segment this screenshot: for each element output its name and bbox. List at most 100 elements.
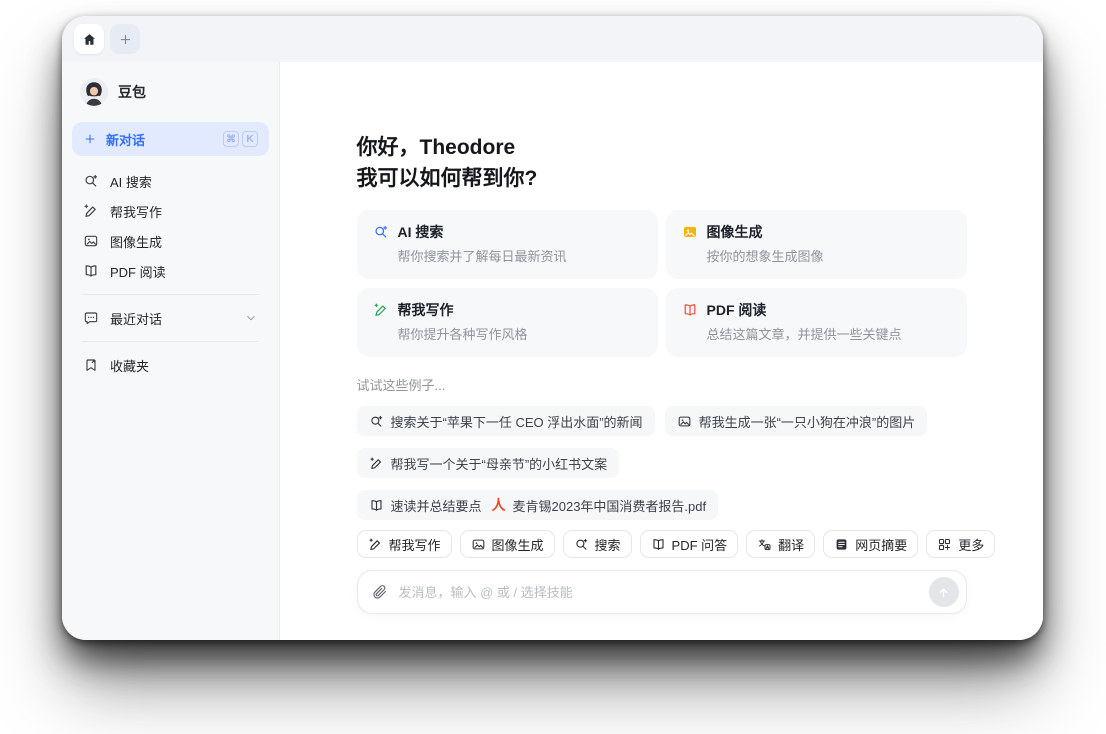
book-icon bbox=[369, 498, 384, 513]
chevron-down-icon bbox=[244, 311, 258, 325]
skill-web-summary[interactable]: 网页摘要 bbox=[823, 530, 919, 558]
pdf-file-icon: 人 bbox=[491, 497, 506, 513]
skill-label: PDF 问答 bbox=[671, 537, 728, 553]
card-writing[interactable]: 帮我写作 帮你提升各种写作风格 bbox=[356, 288, 658, 357]
tab-new[interactable] bbox=[110, 24, 140, 54]
card-title: 图像生成 bbox=[706, 224, 763, 240]
attach-button[interactable] bbox=[372, 584, 388, 600]
example-chip-text: 帮我生成一张“一只小狗在冲浪”的图片 bbox=[698, 414, 916, 430]
example-chip-text: 搜索关于“苹果下一任 CEO 浮出水面”的新闻 bbox=[390, 414, 643, 430]
greeting-line2: 我可以如何帮到你? bbox=[356, 167, 538, 190]
card-ai-search[interactable]: AI 搜索 帮你搜索并了解每日最新资讯 bbox=[356, 210, 658, 279]
pen-icon bbox=[369, 456, 384, 471]
skill-writing[interactable]: 帮我写作 bbox=[356, 530, 452, 558]
image-gen-icon bbox=[682, 224, 698, 240]
webpage-icon bbox=[834, 537, 849, 552]
home-icon bbox=[82, 32, 97, 47]
translate-icon bbox=[757, 537, 772, 552]
bookmark-icon bbox=[83, 357, 99, 373]
skill-label: 帮我写作 bbox=[388, 537, 441, 553]
skill-search[interactable]: 搜索 bbox=[562, 530, 632, 558]
card-pdf-read[interactable]: PDF 阅读 总结这篇文章，并提供一些关键点 bbox=[665, 288, 967, 357]
card-desc: 按你的想象生成图像 bbox=[706, 249, 824, 264]
skill-image-gen[interactable]: 图像生成 bbox=[459, 530, 555, 558]
image-icon bbox=[471, 537, 486, 552]
image-gen-icon bbox=[83, 233, 99, 249]
skill-translate[interactable]: 翻译 bbox=[746, 530, 816, 558]
sidebar-item-recent-chats[interactable]: 最近对话 bbox=[72, 303, 269, 333]
cmd-key: ⌘ bbox=[223, 131, 239, 147]
message-composer[interactable] bbox=[356, 570, 967, 614]
tab-home[interactable] bbox=[74, 24, 104, 54]
plus-icon bbox=[118, 32, 133, 47]
tab-bar bbox=[62, 16, 1043, 62]
profile[interactable]: 豆包 bbox=[72, 74, 269, 122]
pdf-read-icon bbox=[83, 263, 99, 279]
example-chip-text: 帮我写一个关于“母亲节”的小红书文案 bbox=[390, 456, 608, 472]
ai-search-icon bbox=[83, 173, 99, 189]
arrow-up-icon bbox=[936, 585, 951, 600]
search-icon bbox=[369, 414, 384, 429]
profile-name: 豆包 bbox=[118, 84, 146, 100]
skill-bar: 帮我写作 图像生成 搜索 PDF 问答 翻译 网页摘要 更多 bbox=[356, 530, 996, 558]
greeting: 你好，Theodore 我可以如何帮到你? bbox=[357, 132, 967, 194]
app-window: 豆包 新对话 ⌘ K AI 搜索 帮我写作 图像生成 PDF 阅读 最近对话 收… bbox=[62, 16, 1043, 640]
sidebar-item-label: 最近对话 bbox=[110, 311, 163, 327]
sidebar-item-favorites[interactable]: 收藏夹 bbox=[72, 350, 269, 380]
skill-label: 翻译 bbox=[778, 537, 805, 553]
skill-label: 更多 bbox=[958, 537, 985, 553]
sidebar-item-label: 帮我写作 bbox=[110, 204, 163, 220]
card-title: 帮我写作 bbox=[397, 302, 454, 318]
ai-search-icon bbox=[373, 224, 389, 240]
main-area: 你好，Theodore 我可以如何帮到你? AI 搜索 帮你搜索并了解每日最新资… bbox=[280, 62, 1043, 640]
example-chip-write-post[interactable]: 帮我写一个关于“母亲节”的小红书文案 bbox=[356, 448, 620, 478]
greeting-line1: 你好，Theodore bbox=[356, 136, 516, 159]
k-key: K bbox=[242, 131, 258, 147]
examples-label: 试试这些例子... bbox=[356, 378, 446, 393]
divider bbox=[82, 341, 259, 342]
plus-icon bbox=[83, 132, 97, 146]
example-chip-summarize-pdf[interactable]: 速读并总结要点 人 麦肯锡2023年中国消费者报告.pdf bbox=[356, 490, 719, 520]
writing-icon bbox=[373, 302, 389, 318]
message-input[interactable] bbox=[396, 583, 920, 601]
sidebar: 豆包 新对话 ⌘ K AI 搜索 帮我写作 图像生成 PDF 阅读 最近对话 收… bbox=[62, 62, 280, 640]
skill-more[interactable]: 更多 bbox=[926, 530, 996, 558]
book-icon bbox=[651, 537, 666, 552]
new-chat-button[interactable]: 新对话 ⌘ K bbox=[72, 122, 269, 156]
paperclip-icon bbox=[372, 584, 388, 600]
send-button[interactable] bbox=[928, 577, 959, 607]
example-chips: 搜索关于“苹果下一任 CEO 浮出水面”的新闻 帮我生成一张“一只小狗在冲浪”的… bbox=[356, 406, 967, 520]
card-title: PDF 阅读 bbox=[706, 302, 767, 318]
card-desc: 帮你搜索并了解每日最新资讯 bbox=[397, 249, 567, 264]
skill-label: 搜索 bbox=[594, 537, 621, 553]
example-chip-generate-image[interactable]: 帮我生成一张“一只小狗在冲浪”的图片 bbox=[664, 406, 928, 436]
pdf-file-name: 麦肯锡2023年中国消费者报告.pdf bbox=[512, 498, 707, 514]
writing-icon bbox=[83, 203, 99, 219]
sidebar-item-image-gen[interactable]: 图像生成 bbox=[72, 226, 269, 256]
skill-label: 图像生成 bbox=[491, 537, 544, 553]
skill-pdf-qa[interactable]: PDF 问答 bbox=[639, 530, 739, 558]
feature-cards: AI 搜索 帮你搜索并了解每日最新资讯 图像生成 按你的想象生成图像 帮我写作 … bbox=[356, 210, 967, 357]
sidebar-item-label: PDF 阅读 bbox=[110, 264, 166, 280]
sidebar-item-label: 图像生成 bbox=[110, 234, 163, 250]
sidebar-item-writing[interactable]: 帮我写作 bbox=[72, 196, 269, 226]
card-title: AI 搜索 bbox=[397, 224, 444, 240]
sidebar-item-label: AI 搜索 bbox=[110, 174, 152, 190]
more-icon bbox=[937, 537, 952, 552]
sidebar-item-ai-search[interactable]: AI 搜索 bbox=[72, 166, 269, 196]
card-image-gen[interactable]: 图像生成 按你的想象生成图像 bbox=[665, 210, 967, 279]
image-icon bbox=[677, 414, 692, 429]
pen-icon bbox=[368, 537, 383, 552]
shortcut-badge: ⌘ K bbox=[223, 131, 258, 147]
new-chat-label: 新对话 bbox=[106, 132, 146, 148]
sidebar-nav: AI 搜索 帮我写作 图像生成 PDF 阅读 bbox=[72, 166, 269, 286]
avatar bbox=[80, 78, 108, 106]
sidebar-item-pdf-read[interactable]: PDF 阅读 bbox=[72, 256, 269, 286]
search-icon bbox=[574, 537, 589, 552]
pdf-read-icon bbox=[682, 302, 698, 318]
card-desc: 总结这篇文章，并提供一些关键点 bbox=[706, 327, 902, 342]
example-chip-search-news[interactable]: 搜索关于“苹果下一任 CEO 浮出水面”的新闻 bbox=[356, 406, 655, 436]
card-desc: 帮你提升各种写作风格 bbox=[397, 327, 528, 342]
example-chip-text: 速读并总结要点 bbox=[390, 498, 482, 514]
